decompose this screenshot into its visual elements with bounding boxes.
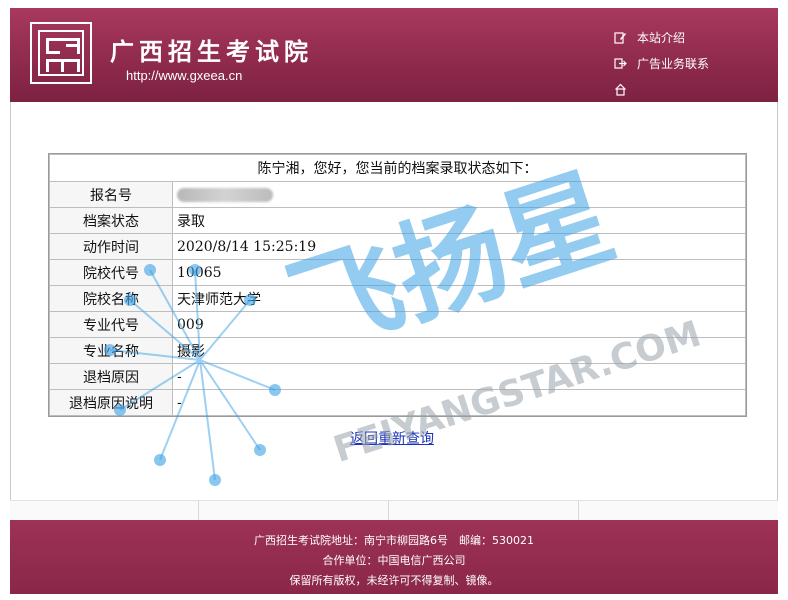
row-label-action-time: 动作时间 bbox=[49, 233, 173, 260]
nav-item-about[interactable]: 本站介绍 bbox=[614, 24, 709, 50]
row-label-file-status: 档案状态 bbox=[49, 207, 173, 234]
row-label-major-name: 专业名称 bbox=[49, 337, 173, 364]
table-row: 报名号 bbox=[49, 181, 746, 208]
row-label-major-code: 专业代号 bbox=[49, 311, 173, 338]
back-to-query-link[interactable]: 返回重新查询 bbox=[350, 428, 434, 448]
row-label-registration-no: 报名号 bbox=[49, 181, 173, 208]
row-label-return-reason-detail: 退档原因说明 bbox=[49, 389, 173, 416]
table-row: 院校名称 天津师范大学 bbox=[49, 285, 746, 312]
nav-item-ads[interactable]: 广告业务联系 bbox=[614, 50, 709, 76]
row-value-registration-no bbox=[172, 181, 746, 208]
redacted-value bbox=[177, 187, 273, 202]
row-value-return-reason: - bbox=[172, 363, 746, 390]
nav-label-ads: 广告业务联系 bbox=[637, 56, 710, 71]
row-value-major-name: 摄影 bbox=[172, 337, 746, 364]
site-url: http://www.gxeea.cn bbox=[126, 68, 243, 83]
row-value-file-status: 录取 bbox=[172, 207, 746, 234]
site-logo[interactable] bbox=[30, 22, 92, 84]
edit-icon bbox=[614, 31, 626, 44]
table-row: 专业代号 009 bbox=[49, 311, 746, 338]
table-headline-row: 陈宁湘，您好，您当前的档案录取状态如下： bbox=[49, 154, 746, 182]
site-title: 广西招生考试院 bbox=[110, 37, 313, 66]
footer-copyright: 保留所有版权，未经许可不得复制、镜像。 bbox=[289, 574, 499, 587]
table-row: 院校代号 10065 bbox=[49, 259, 746, 286]
status-table: 陈宁湘，您好，您当前的档案录取状态如下： 报名号 档案状态 录取 动作时间 20… bbox=[49, 154, 746, 416]
row-value-school-name: 天津师范大学 bbox=[172, 285, 746, 312]
table-row: 档案状态 录取 bbox=[49, 207, 746, 234]
footer-divider-strip bbox=[10, 500, 778, 521]
table-row: 退档原因 - bbox=[49, 363, 746, 390]
home-icon bbox=[615, 83, 626, 96]
site-footer: 广西招生考试院地址：南宁市柳园路6号 邮编：530021 合作单位：中国电信广西… bbox=[10, 520, 778, 594]
footer-partner: 合作单位：中国电信广西公司 bbox=[322, 554, 466, 567]
status-headline: 陈宁湘，您好，您当前的档案录取状态如下： bbox=[49, 154, 746, 182]
row-value-school-code: 10065 bbox=[172, 259, 746, 286]
status-table-container: 陈宁湘，您好，您当前的档案录取状态如下： 报名号 档案状态 录取 动作时间 20… bbox=[48, 153, 747, 417]
row-value-return-reason-detail: - bbox=[172, 389, 746, 416]
exit-icon bbox=[614, 57, 627, 69]
table-row: 专业名称 摄影 bbox=[49, 337, 746, 364]
table-row: 动作时间 2020/8/14 15:25:19 bbox=[49, 233, 746, 260]
footer-address: 广西招生考试院地址：南宁市柳园路6号 邮编：530021 bbox=[254, 534, 534, 547]
row-label-return-reason: 退档原因 bbox=[49, 363, 173, 390]
row-label-school-name: 院校名称 bbox=[49, 285, 173, 312]
row-label-school-code: 院校代号 bbox=[49, 259, 173, 286]
row-value-action-time: 2020/8/14 15:25:19 bbox=[172, 233, 746, 260]
nav-label-about: 本站介绍 bbox=[637, 30, 686, 45]
site-header: 广西招生考试院 http://www.gxeea.cn 本站介绍 广告业务联系 bbox=[10, 8, 778, 102]
row-value-major-code: 009 bbox=[172, 311, 746, 338]
top-nav: 本站介绍 广告业务联系 bbox=[614, 24, 709, 102]
table-row: 退档原因说明 - bbox=[49, 389, 746, 416]
nav-item-home[interactable] bbox=[614, 76, 709, 102]
